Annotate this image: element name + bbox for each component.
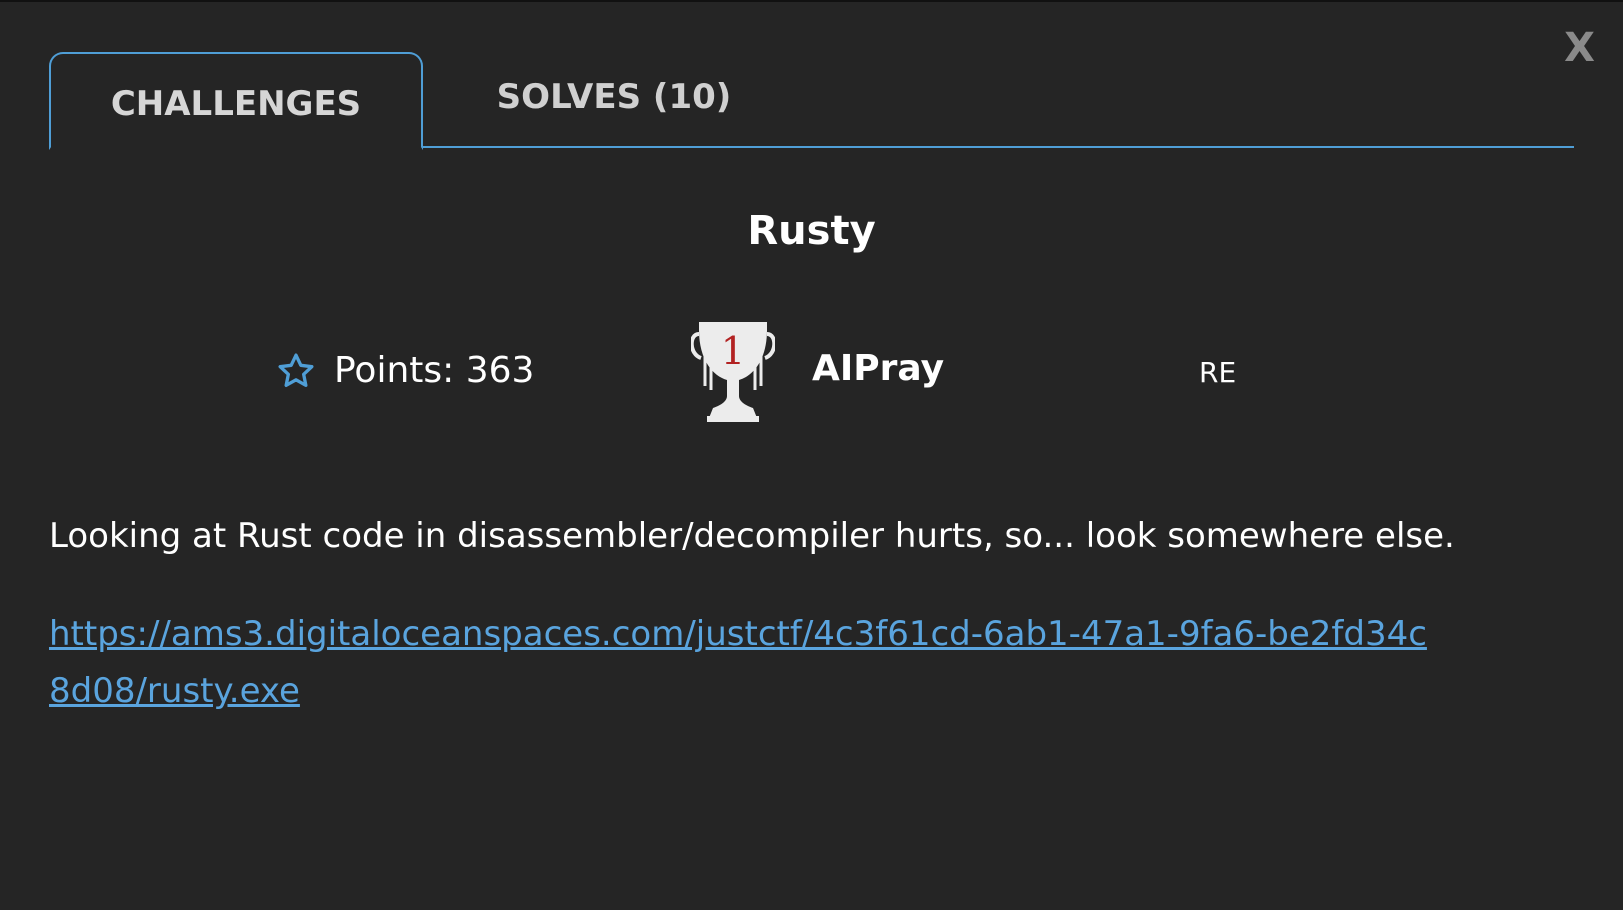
tab-challenges[interactable]: CHALLENGES <box>49 52 423 150</box>
points-display: Points: 363 <box>276 350 534 391</box>
challenge-title: Rusty <box>747 208 876 254</box>
challenge-file-link[interactable]: https://ams3.digitaloceanspaces.com/just… <box>49 606 1429 720</box>
tab-solves[interactable]: SOLVES (10) <box>473 52 755 148</box>
first-blood-solver: AIPray <box>812 348 945 389</box>
star-outline-icon <box>278 353 314 387</box>
trophy-icon: 1 <box>691 322 775 422</box>
category-label: RE <box>1199 356 1237 389</box>
points-label: Points: 363 <box>334 350 535 391</box>
trophy-rank-number: 1 <box>721 329 745 373</box>
challenge-modal: X CHALLENGES SOLVES (10) Rusty Points: 3… <box>0 0 1623 910</box>
tab-bar: CHALLENGES SOLVES (10) <box>49 52 1574 150</box>
challenge-description: Looking at Rust code in disassembler/dec… <box>49 516 1455 556</box>
challenge-info-row: Points: 363 1 AIPray RE <box>0 320 1623 425</box>
